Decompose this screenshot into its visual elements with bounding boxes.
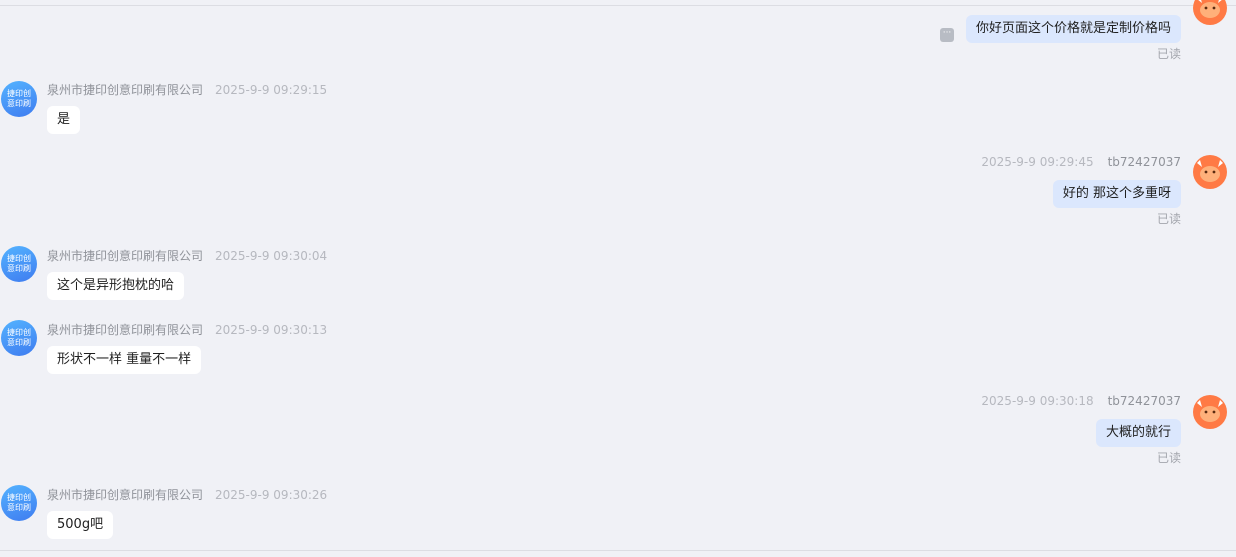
top-divider [0, 5, 1236, 6]
message-time: 2025-9-9 09:30:13 [215, 323, 328, 337]
sender-name: tb72427037 [1107, 394, 1181, 408]
message-meta: 泉州市捷印创意印刷有限公司 2025-9-9 09:30:13 [47, 321, 327, 338]
message-meta: 2025-9-9 09:30:18 tb72427037 [981, 394, 1181, 408]
message-bubble: 是 [47, 106, 81, 134]
message-bubble: 形状不一样 重量不一样 [47, 346, 202, 374]
message-meta: 泉州市捷印创意印刷有限公司 2025-9-9 09:29:15 [47, 81, 327, 98]
read-status: 已读 [1156, 47, 1181, 61]
message-time: 2025-9-9 09:30:04 [215, 249, 328, 263]
bottom-divider [0, 550, 1236, 551]
message-bubble: 大概的就行 [1095, 419, 1181, 447]
message-bubble: 你好页面这个价格就是定制价格吗 [965, 15, 1181, 43]
sender-name: 泉州市捷印创意印刷有限公司 [47, 323, 204, 337]
message-meta: 泉州市捷印创意印刷有限公司 2025-9-9 09:30:04 [47, 247, 327, 264]
message-time: 2025-9-9 09:30:26 [215, 488, 328, 502]
message-meta: 泉州市捷印创意印刷有限公司 2025-9-9 09:30:26 [47, 486, 327, 503]
message-time: 2025-9-9 09:29:45 [981, 155, 1094, 169]
message-bubble: 这个是异形抱枕的哈 [47, 272, 185, 300]
sender-name: tb72427037 [1107, 155, 1181, 169]
message-time: 2025-9-9 09:29:15 [215, 83, 328, 97]
sender-name: 泉州市捷印创意印刷有限公司 [47, 249, 204, 263]
message-meta: 2025-9-9 09:29:45 tb72427037 [981, 155, 1181, 169]
user-avatar[interactable] [1193, 0, 1227, 25]
shop-avatar[interactable]: 捷印创 意印刷 [1, 320, 37, 356]
message-bubble: 好的 那这个多重呀 [1052, 180, 1181, 208]
message-bubble: 500g吧 [47, 511, 114, 539]
shop-avatar[interactable]: 捷印创 意印刷 [1, 485, 37, 521]
user-avatar[interactable] [1193, 155, 1227, 189]
read-status: 已读 [1156, 451, 1181, 465]
sender-name: 泉州市捷印创意印刷有限公司 [47, 488, 204, 502]
shop-avatar[interactable]: 捷印创 意印刷 [1, 81, 37, 117]
read-status: 已读 [1156, 212, 1181, 226]
sender-name: 泉州市捷印创意印刷有限公司 [47, 83, 204, 97]
user-avatar[interactable] [1193, 395, 1227, 429]
more-options-icon[interactable]: ··· [940, 28, 954, 42]
message-time: 2025-9-9 09:30:18 [981, 394, 1094, 408]
shop-avatar[interactable]: 捷印创 意印刷 [1, 246, 37, 282]
